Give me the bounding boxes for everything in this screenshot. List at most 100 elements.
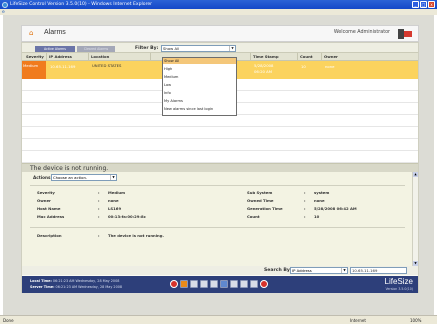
detail-value-sub-system: system [314, 190, 330, 195]
close-button[interactable]: x [428, 1, 435, 8]
tab-cleared-alarms[interactable]: Cleared Alarms [77, 46, 115, 52]
detail-value-count: 10 [314, 214, 320, 219]
search-field-select[interactable]: IP Address ▼ [290, 267, 348, 274]
filter-option-show-all[interactable]: Show All [163, 58, 236, 64]
warning-icon[interactable] [180, 280, 188, 288]
count-cell: 10 [301, 64, 306, 69]
calendar-icon[interactable] [230, 280, 238, 288]
filter-option-high[interactable]: High [163, 66, 236, 72]
detail-colon: : [304, 214, 306, 219]
col-time-stamp[interactable]: Time Stamp [252, 53, 279, 61]
col-divider [150, 53, 151, 61]
filter-dropdown-list[interactable]: Show All High Medium Low Info My Alarms … [162, 57, 237, 116]
server-time-row: Server Time: 06:21:23 AM Wednesday, 28 M… [30, 285, 122, 289]
detail-label-owner: Owner [37, 198, 51, 203]
col-divider [88, 53, 89, 61]
lifesize-logo: LifeSize [384, 277, 413, 286]
footer-toolbar [170, 280, 268, 288]
filter-option-my-alarms[interactable]: My Alarms [163, 98, 236, 104]
report-icon[interactable] [200, 280, 208, 288]
ip-cell: 10.65.11.169 [50, 64, 76, 69]
col-count[interactable]: Count [299, 53, 313, 61]
detail-label-host-name: Host Name [37, 206, 61, 211]
empty-row [22, 115, 418, 127]
server-time-label: Server Time: [30, 285, 55, 289]
detail-label-sub-system: Sub System [247, 190, 273, 195]
local-time-row: Local Time: 06:21:23 AM Wednesday, 28 Ma… [30, 279, 119, 283]
search-input[interactable]: 10.65.11.169 [350, 267, 407, 274]
window-titlebar: LifeSize Control Version 3.5.0(10) - Win… [0, 0, 437, 9]
local-time-value: 06:21:23 AM Wednesday, 28 May 2008 [52, 279, 120, 283]
detail-label-severity: Severity [37, 190, 55, 195]
detail-value-generation-time: 5/28/2008 06:42 AM [314, 206, 357, 211]
server-time-value: 06:21:23 AM Wednesday, 28 May 2008 [55, 285, 123, 289]
col-hidden[interactable] [152, 53, 153, 61]
filter-option-info[interactable]: Info [163, 90, 236, 96]
search-bar: Search By: IP Address ▼ 10.65.11.169 [22, 266, 418, 275]
internet-zone: Internet [350, 318, 366, 323]
notes-icon[interactable] [250, 280, 258, 288]
monitor-icon[interactable] [220, 280, 228, 288]
detail-value-host-name: LS169 [108, 206, 122, 211]
filter-option-medium[interactable]: Medium [163, 74, 236, 80]
logout-arrow-shape [404, 31, 412, 37]
filter-option-low[interactable]: Low [163, 82, 236, 88]
welcome-text: Welcome Administrator [333, 30, 390, 35]
col-divider [46, 53, 47, 61]
detail-label-mac-address: Mac Address [37, 214, 65, 219]
empty-row [22, 127, 418, 139]
detail-colon: : [98, 198, 100, 203]
description-label: Description [37, 233, 62, 238]
detail-value-mac-address: 00:13:fa:00:29:8c [108, 214, 146, 219]
divider [30, 227, 405, 228]
actions-select[interactable]: Choose an action. ▼ [51, 174, 117, 181]
page-icon[interactable] [240, 280, 248, 288]
detail-colon: : [98, 233, 100, 238]
chevron-down-icon[interactable]: ▼ [341, 268, 347, 273]
time-cell: 06:20 AM [254, 69, 273, 74]
col-divider [321, 53, 322, 61]
detail-scrollbar[interactable]: ▲ ▼ [412, 172, 418, 266]
page-title: Alarms [44, 29, 66, 36]
alarm-detail-panel: Actions: Choose an action. ▼ Severity : … [22, 172, 418, 266]
window-controls: _ □ x [412, 1, 435, 8]
document-icon[interactable] [190, 280, 198, 288]
alarm-icon[interactable] [170, 280, 178, 288]
help-icon[interactable] [260, 280, 268, 288]
home-icon[interactable]: ⌂ [29, 29, 33, 37]
filter-label: Filter By: [135, 46, 159, 51]
detail-value-owned-time: none [314, 198, 325, 203]
filter-option-new-alarms[interactable]: New alarms since last login [163, 106, 236, 112]
description-value: The device is not running. [108, 233, 164, 238]
detail-colon: : [304, 198, 306, 203]
col-location[interactable]: Location [90, 53, 109, 61]
location-cell: UNITED STATES [92, 63, 122, 68]
zoom-level[interactable]: 100% [410, 318, 421, 323]
divider [30, 185, 405, 186]
col-owner[interactable]: Owner [323, 53, 338, 61]
browser-status-bar: Done Internet 100% [0, 315, 437, 324]
owner-cell: none [325, 64, 335, 69]
detail-colon: : [304, 190, 306, 195]
list-icon[interactable] [210, 280, 218, 288]
detail-label-owned-time: Owned Time [247, 198, 274, 203]
actions-label: Actions: [33, 175, 53, 180]
col-ip-address[interactable]: IP Address [48, 53, 72, 61]
col-severity[interactable]: Severity [25, 53, 44, 61]
chevron-down-icon[interactable]: ▼ [229, 46, 235, 51]
search-label: Search By: [264, 268, 292, 273]
ie-e-icon: e [2, 9, 5, 15]
status-bar: The device is not running. [22, 163, 418, 172]
maximize-button[interactable]: □ [420, 1, 427, 8]
tab-active-alarms[interactable]: Active Alarms [35, 46, 75, 52]
filter-select[interactable]: Show All ▼ [161, 45, 236, 52]
chevron-down-icon[interactable]: ▼ [110, 175, 116, 180]
scroll-up-icon[interactable]: ▲ [413, 172, 418, 177]
status-message: The device is not running. [30, 165, 109, 172]
date-cell: 5/28/2008 [254, 63, 274, 68]
logout-icon[interactable] [398, 29, 412, 39]
local-time-label: Local Time: [30, 279, 52, 283]
minimize-button[interactable]: _ [412, 1, 419, 8]
search-field-value: IP Address [292, 268, 312, 273]
detail-colon: : [98, 214, 100, 219]
